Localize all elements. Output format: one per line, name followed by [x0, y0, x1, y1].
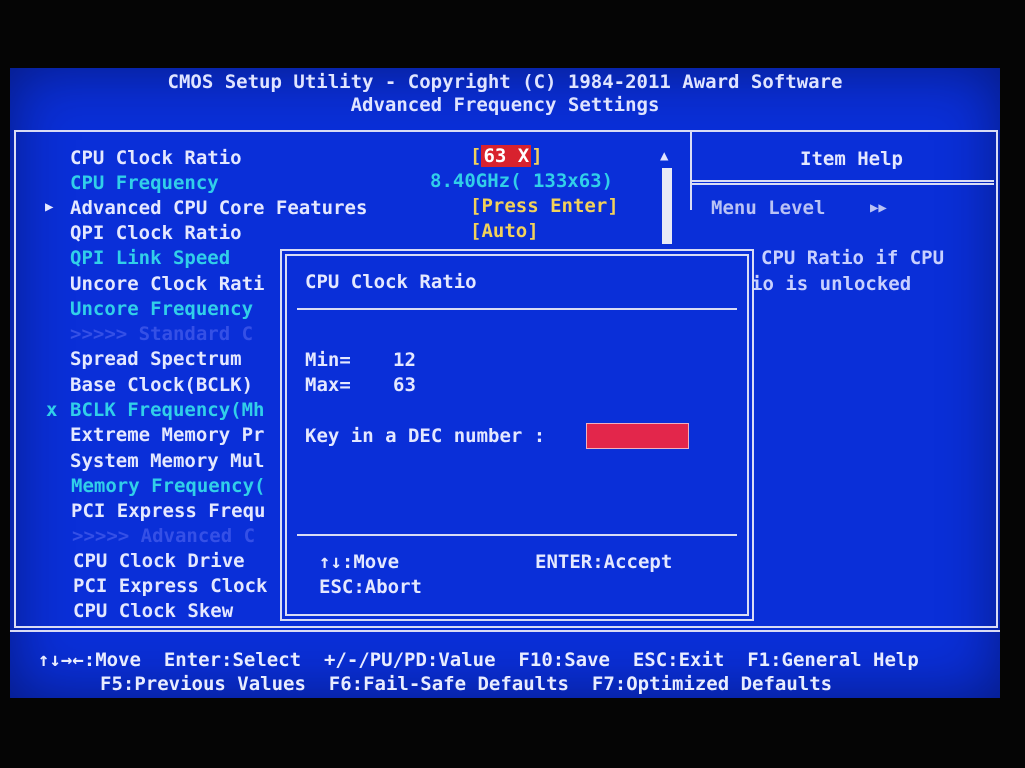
menu-value-qpi-clock-ratio[interactable]: [Auto] [470, 219, 539, 243]
menu-item-extreme-memory-profile[interactable]: Extreme Memory Pr [70, 423, 264, 447]
section-header-advanced: >>>>> Advanced C [72, 525, 256, 547]
page-title: Advanced Frequency Settings [350, 94, 660, 116]
menu-item-system-memory-multiplier[interactable]: System Memory Mul [70, 449, 264, 473]
menu-item-uncore-clock-ratio[interactable]: Uncore Clock Rati [70, 272, 264, 296]
menu-level-label: Menu Level [711, 197, 826, 219]
dialog-prompt: Key in a DEC number : [305, 425, 546, 447]
footer-divider [10, 630, 1000, 632]
help-divider-line [692, 183, 994, 185]
footer-keys-line1: ↑↓→←:Move Enter:Select +/-/PU/PD:Value F… [38, 649, 919, 671]
menu-item-pci-express-clock[interactable]: PCI Express Clock [73, 574, 267, 598]
dialog-max-value: 63 [393, 374, 416, 396]
menu-item-qpi-clock-ratio[interactable]: QPI Clock Ratio [70, 221, 242, 245]
dialog-abort-hint: ESC:Abort [319, 576, 422, 598]
scroll-up-icon[interactable]: ▲ [660, 148, 668, 164]
utility-title: CMOS Setup Utility - Copyright (C) 1984-… [167, 71, 843, 93]
item-help-title: Item Help [800, 148, 903, 170]
help-text-line1: CPU Ratio if CPU [761, 247, 945, 269]
bios-screen: CMOS Setup Utility - Copyright (C) 1984-… [10, 68, 1000, 698]
menu-item-spread-spectrum[interactable]: Spread Spectrum [70, 347, 242, 371]
dialog-footer-divider [297, 534, 737, 536]
menu-value-cpu-clock-ratio[interactable]: [63 X] [470, 144, 543, 168]
dialog-accept-hint: ENTER:Accept [535, 551, 673, 573]
scrollbar-thumb[interactable] [662, 168, 672, 244]
menu-value-cpu-frequency: 8.40GHz( 133x63) [430, 170, 614, 192]
footer-keys-line2: F5:Previous Values F6:Fail-Safe Defaults… [100, 673, 833, 695]
menu-item-base-clock[interactable]: Base Clock(BCLK) [70, 373, 253, 397]
submenu-arrow-icon: ▶ [45, 199, 54, 215]
menu-item-memory-frequency: Memory Frequency( [71, 475, 266, 497]
help-text-line2: io is unlocked [751, 273, 912, 295]
menu-item-pci-express-frequency[interactable]: PCI Express Frequ [71, 499, 265, 523]
selected-value[interactable]: 63 X [481, 145, 532, 167]
disabled-marker: x [46, 399, 58, 421]
dialog-min-label: Min= [305, 349, 351, 371]
dialog-max-label: Max= [305, 374, 351, 396]
dialog-move-hint: ↑↓:Move [319, 551, 400, 573]
menu-item-advanced-cpu-core-features[interactable]: Advanced CPU Core Features [70, 196, 367, 220]
menu-item-qpi-link-speed: QPI Link Speed [70, 247, 231, 269]
dialog-min-value: 12 [393, 349, 416, 371]
menu-value-press-enter[interactable]: [Press Enter] [470, 194, 619, 218]
dialog-title: CPU Clock Ratio [305, 271, 477, 293]
dialog-title-divider [297, 308, 737, 310]
section-header-standard: >>>>> Standard C [70, 323, 254, 345]
menu-item-cpu-clock-ratio[interactable]: CPU Clock Ratio [70, 146, 242, 170]
menu-item-uncore-frequency: Uncore Frequency [70, 298, 254, 320]
menu-item-cpu-clock-skew[interactable]: CPU Clock Skew [73, 599, 233, 623]
menu-item-bclk-frequency: BCLK Frequency(Mh [70, 399, 265, 421]
menu-item-cpu-frequency: CPU Frequency [70, 172, 219, 194]
dec-number-input[interactable] [586, 423, 689, 449]
menu-level-icon: ▶▶ [870, 200, 887, 216]
menu-item-cpu-clock-drive[interactable]: CPU Clock Drive [73, 549, 245, 573]
cpu-clock-ratio-dialog: CPU Clock Ratio Min= 12 Max= 63 Key in a… [285, 254, 749, 616]
